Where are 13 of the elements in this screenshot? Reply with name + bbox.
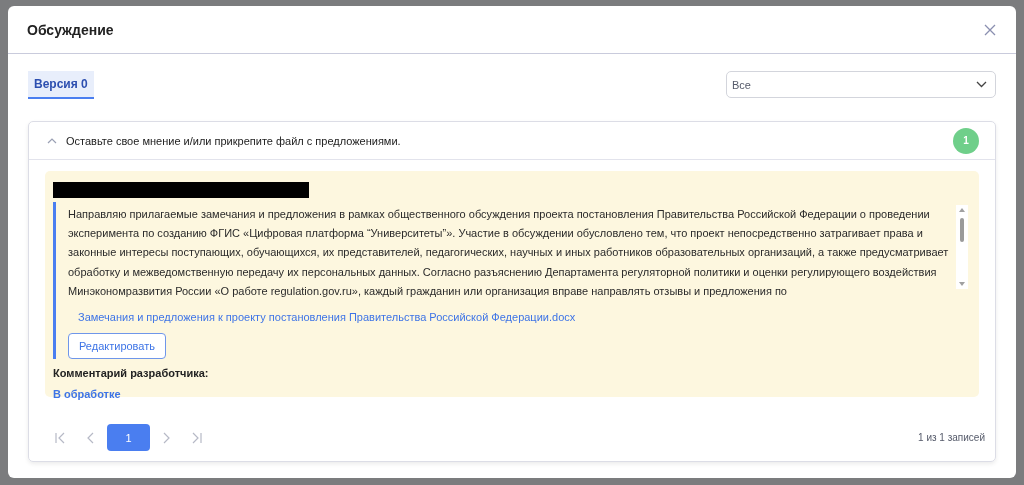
dialog-title: Обсуждение [27, 21, 114, 38]
page-button[interactable]: 1 [107, 424, 150, 451]
attachment-link[interactable]: Замечания и предложения к проекту постановления Правительства Российской Федерации.docx [78, 311, 576, 323]
comment-text: Направляю прилагаемые замечания и предложения в рамках общественного обсуждения проекта постановления Правительства Российской Федерации о проведении эксперимента по созданию ФГИС «Цифровая платформа “Университеты”». Участие в обсуждении обусловлено тем, что проект непосредственно затрагивает права и законные интересы поступающих, обучающихся, их представителей, педагогических, научных и иных работников образовательных организаций, а также предусматривает обработку и межведомственную передачу их персональных данных. Согласно разъяснению Департамента регуляторной политики и оценки регулирующего воздействия Минэкономразвития России «О работе regulation.gov.ru», каждый гражданин или организация вправе направлять отзывы и предложения по [68, 207, 950, 299]
count-badge: 1 [953, 127, 979, 154]
records-summary: 1 из 1 записей [918, 432, 985, 443]
status-text: В обработке [53, 388, 121, 400]
version-tab[interactable]: Версия 0 [28, 71, 94, 99]
panel-title: Оставьте свое мнение и/или прикрепите файл с предложениями. [66, 134, 401, 147]
filter-dropdown[interactable]: Все [726, 71, 996, 98]
developer-comment-label: Комментарий разработчика: [53, 367, 210, 379]
filter-value: Все [732, 78, 751, 91]
edit-button[interactable]: Редактировать [68, 333, 166, 359]
